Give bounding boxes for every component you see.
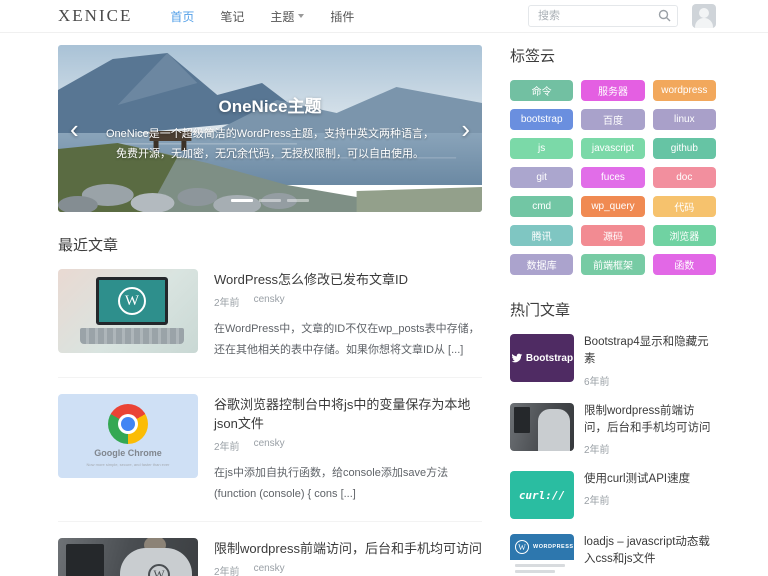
nav-item-plugins[interactable]: 插件 bbox=[330, 8, 354, 25]
carousel-dot[interactable] bbox=[259, 199, 281, 202]
tag[interactable]: git bbox=[510, 167, 573, 188]
tag[interactable]: 数据库 bbox=[510, 254, 573, 275]
nav-item-themes-label: 主题 bbox=[270, 8, 294, 25]
tag[interactable]: fuces bbox=[581, 167, 644, 188]
popular-post-time: 2年前 bbox=[584, 441, 716, 456]
site-logo[interactable]: XENICE bbox=[58, 6, 132, 26]
hero-title: OneNice主题 bbox=[219, 92, 322, 117]
sidebar: 标签云 命令 服务器 wordpress bootstrap 百度 linux … bbox=[510, 45, 716, 576]
tag[interactable]: 服务器 bbox=[581, 80, 644, 101]
tag[interactable]: wordpress bbox=[653, 80, 716, 101]
article-row: W 限制wordpress前端访问，后台和手机均可访问 2年前 censky 只… bbox=[58, 538, 482, 576]
popular-thumbnail-curl[interactable]: curl:// bbox=[510, 471, 574, 519]
article-title[interactable]: 谷歌浏览器控制台中将js中的变量保存为本地json文件 bbox=[214, 394, 482, 432]
nav-item-home[interactable]: 首页 bbox=[170, 8, 194, 25]
tag[interactable]: github bbox=[653, 138, 716, 159]
popular-thumbnail-desk[interactable] bbox=[510, 403, 574, 451]
tag[interactable]: js bbox=[510, 138, 573, 159]
popular-post-row: Bootstrap Bootstrap4显示和隐藏元素 6年前 bbox=[510, 334, 716, 388]
tag[interactable]: bootstrap bbox=[510, 109, 573, 130]
tag[interactable]: 前端框架 bbox=[581, 254, 644, 275]
bootstrap-label: Bootstrap bbox=[526, 353, 573, 364]
wordpress-logo-icon: W bbox=[515, 540, 529, 554]
tag-cloud-heading: 标签云 bbox=[510, 45, 716, 66]
article-time: 2年前 bbox=[214, 563, 240, 576]
tag[interactable]: 代码 bbox=[653, 196, 716, 217]
popular-thumbnail-bootstrap[interactable]: Bootstrap bbox=[510, 334, 574, 382]
carousel-prev-icon[interactable]: ‹ bbox=[64, 110, 85, 148]
article-thumbnail-desk[interactable]: W bbox=[58, 538, 198, 576]
article-title[interactable]: WordPress怎么修改已发布文章ID bbox=[214, 269, 482, 288]
article-thumbnail-wordpress-laptop[interactable]: W bbox=[58, 269, 198, 353]
article-author[interactable]: censky bbox=[254, 438, 285, 453]
popular-post-time: 6年前 bbox=[584, 373, 716, 388]
nav-item-themes[interactable]: 主题 bbox=[270, 8, 304, 25]
search-input[interactable] bbox=[528, 5, 678, 27]
tag[interactable]: javascript bbox=[581, 138, 644, 159]
search-icon[interactable] bbox=[658, 9, 671, 22]
popular-post-title[interactable]: Bootstrap4显示和隐藏元素 bbox=[584, 334, 716, 369]
tag[interactable]: cmd bbox=[510, 196, 573, 217]
search-box bbox=[528, 5, 678, 27]
wordpress-logo-icon: W bbox=[118, 287, 146, 315]
article-author[interactable]: censky bbox=[254, 563, 285, 576]
tag[interactable]: linux bbox=[653, 109, 716, 130]
popular-post-row: curl:// 使用curl测试API速度 2年前 bbox=[510, 471, 716, 519]
article-row: W WordPress怎么修改已发布文章ID 2年前 censky 在WordP… bbox=[58, 269, 482, 378]
tag[interactable]: 浏览器 bbox=[653, 225, 716, 246]
popular-post-time: 2年前 bbox=[584, 492, 716, 507]
popular-post-title[interactable]: loadjs – javascript动态载入css和js文件 bbox=[584, 534, 716, 569]
article-author[interactable]: censky bbox=[254, 294, 285, 309]
popular-post-row: W WORDPRESS loadjs – javascript动态载入css和j… bbox=[510, 534, 716, 576]
wordpress-label: WORDPRESS bbox=[533, 544, 574, 550]
nav-menu: 首页 笔记 主题 插件 bbox=[170, 8, 528, 25]
carousel-next-icon[interactable]: › bbox=[455, 110, 476, 148]
nav-item-notes[interactable]: 笔记 bbox=[220, 8, 244, 25]
popular-posts-heading: 热门文章 bbox=[510, 299, 716, 320]
tag[interactable]: 命令 bbox=[510, 80, 573, 101]
hero-description: OneNice是一个超级简洁的WordPress主题，支持中英文两种语言，免费开… bbox=[102, 125, 438, 165]
chrome-logo-icon bbox=[108, 404, 148, 444]
popular-post-title[interactable]: 限制wordpress前端访问，后台和手机均可访问 bbox=[584, 403, 716, 438]
article-excerpt: 在js中添加自执行函数，给console添加save方法 (function (… bbox=[214, 463, 482, 505]
article-excerpt: 在WordPress中，文章的ID不仅在wp_posts表中存储，还在其他相关的… bbox=[214, 319, 482, 361]
tag[interactable]: doc bbox=[653, 167, 716, 188]
carousel-indicators bbox=[231, 199, 309, 202]
curl-logo-text: curl:// bbox=[519, 489, 565, 502]
article-time: 2年前 bbox=[214, 294, 240, 309]
tag[interactable]: 腾讯 bbox=[510, 225, 573, 246]
top-navbar: XENICE 首页 笔记 主题 插件 bbox=[0, 0, 768, 33]
chevron-down-icon bbox=[298, 14, 304, 18]
chrome-tagline-text: Now more simple, secure, and faster than… bbox=[87, 462, 170, 467]
tag[interactable]: 百度 bbox=[581, 109, 644, 130]
tag[interactable]: 源码 bbox=[581, 225, 644, 246]
article-title[interactable]: 限制wordpress前端访问，后台和手机均可访问 bbox=[214, 538, 482, 557]
article-row: Google Chrome Now more simple, secure, a… bbox=[58, 394, 482, 522]
hero-caption: OneNice主题 OneNice是一个超级简洁的WordPress主题，支持中… bbox=[58, 45, 482, 212]
article-time: 2年前 bbox=[214, 438, 240, 453]
chrome-title-text: Google Chrome bbox=[94, 448, 162, 458]
hero-carousel: OneNice主题 OneNice是一个超级简洁的WordPress主题，支持中… bbox=[58, 45, 482, 212]
tag[interactable]: wp_query bbox=[581, 196, 644, 217]
popular-post-title[interactable]: 使用curl测试API速度 bbox=[584, 471, 716, 488]
carousel-dot[interactable] bbox=[287, 199, 309, 202]
page-content: OneNice主题 OneNice是一个超级简洁的WordPress主题，支持中… bbox=[0, 33, 768, 576]
bird-icon bbox=[511, 352, 523, 364]
tag[interactable]: 函数 bbox=[653, 254, 716, 275]
carousel-dot[interactable] bbox=[231, 199, 253, 202]
recent-posts-section: 最近文章 W WordPress怎么修改已发布文章ID 2年前 censky 在… bbox=[58, 234, 482, 576]
article-thumbnail-chrome[interactable]: Google Chrome Now more simple, secure, a… bbox=[58, 394, 198, 478]
popular-post-time: 5年前 bbox=[584, 573, 716, 576]
main-column: OneNice主题 OneNice是一个超级简洁的WordPress主题，支持中… bbox=[58, 45, 482, 576]
recent-posts-heading: 最近文章 bbox=[58, 234, 482, 255]
tag-cloud: 命令 服务器 wordpress bootstrap 百度 linux js j… bbox=[510, 80, 716, 275]
popular-thumbnail-wordpress[interactable]: W WORDPRESS bbox=[510, 534, 574, 576]
popular-post-row: 限制wordpress前端访问，后台和手机均可访问 2年前 bbox=[510, 403, 716, 457]
user-avatar[interactable] bbox=[692, 4, 716, 28]
